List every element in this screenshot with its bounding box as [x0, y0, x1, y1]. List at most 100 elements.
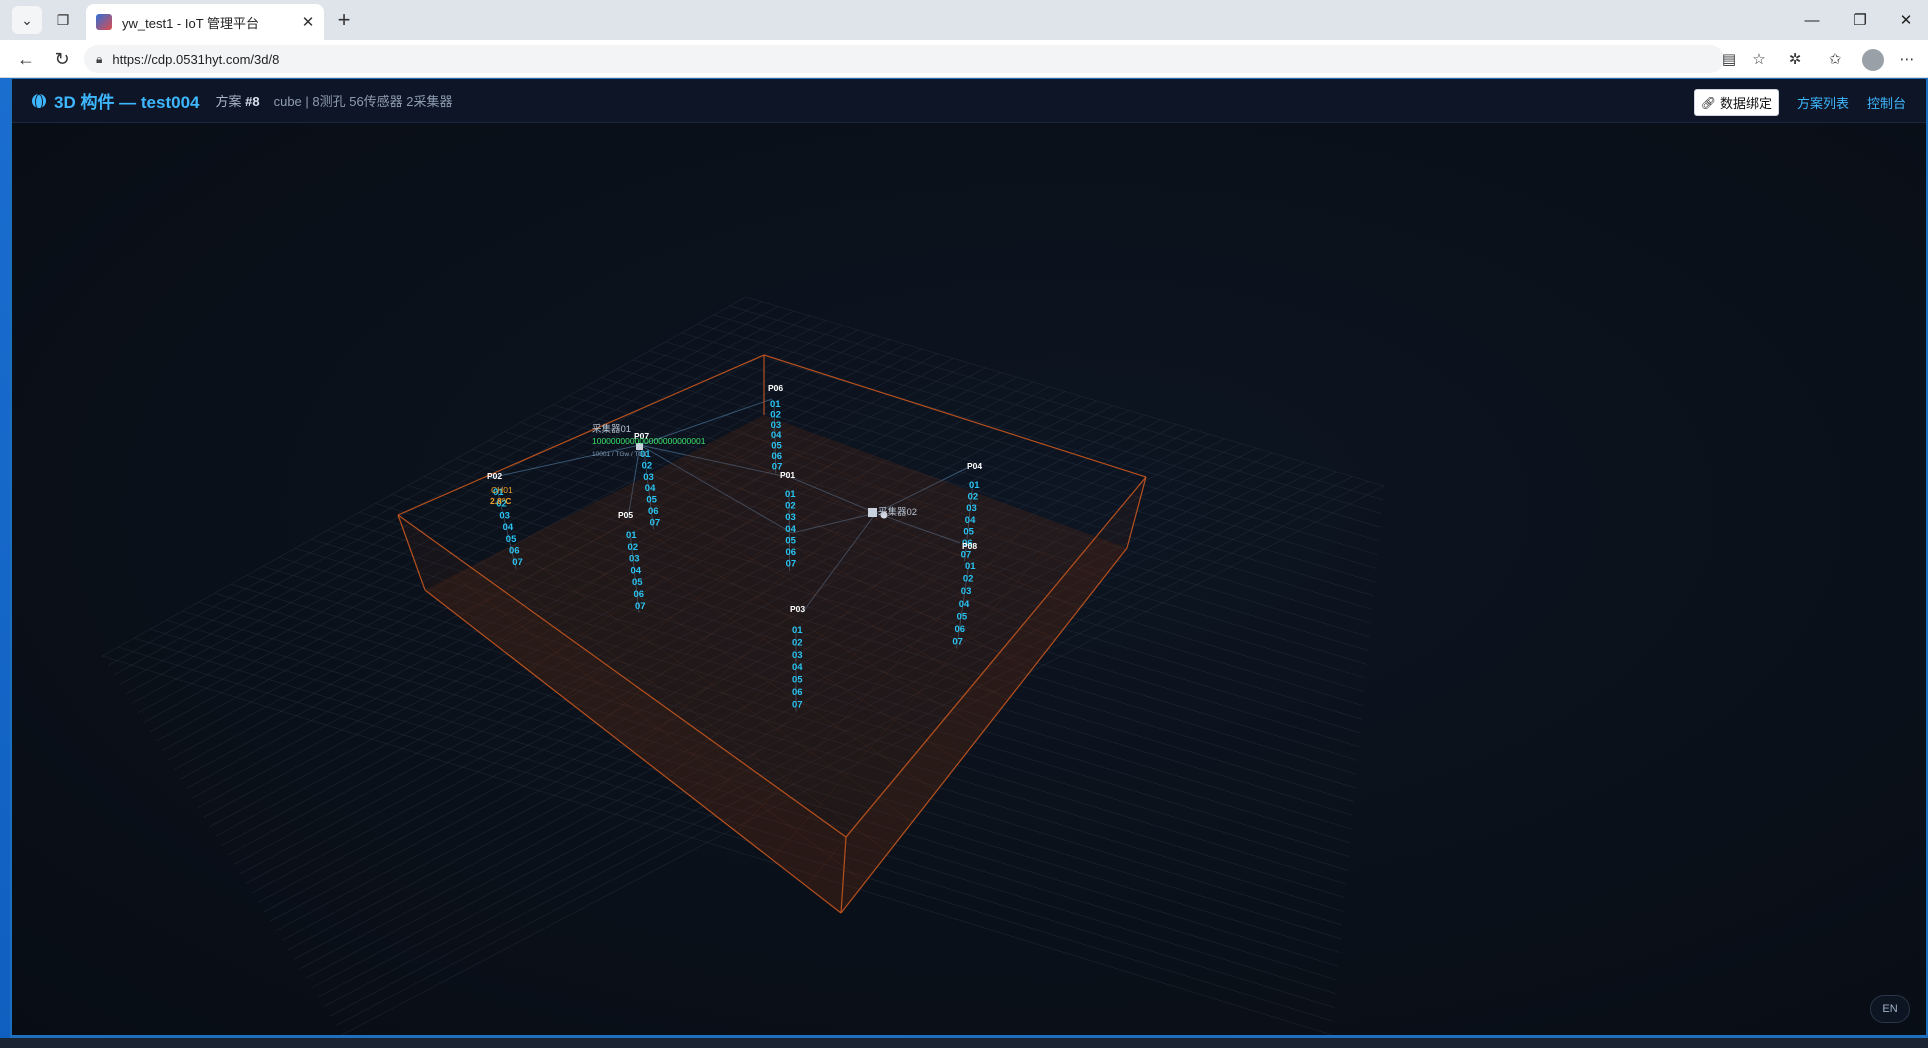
app-viewport: 3D 构件 — test004 方案 #8 cube | 8测孔 56传感器 2… [12, 79, 1926, 1035]
sensor-label: 07 [792, 699, 803, 710]
minimize-icon[interactable]: — [1790, 8, 1834, 32]
data-binding-label: 数据绑定 [1719, 96, 1772, 111]
active-tab[interactable]: yw_test1 - IoT 管理平台 ✕ [86, 4, 324, 40]
profile-avatar[interactable] [1862, 49, 1884, 71]
tab-actions-menu-icon[interactable]: ⌄ [12, 6, 42, 34]
plan-list-link[interactable]: 方案列表 [1797, 93, 1849, 112]
sensor-label: 03 [499, 510, 510, 521]
sensor-label: 04 [785, 524, 796, 535]
sensor-label: 04 [965, 515, 976, 526]
sensor-label: 03 [792, 650, 803, 661]
collector-02-marker[interactable] [868, 508, 877, 517]
close-window-icon[interactable]: ✕ [1884, 8, 1928, 32]
sensor-label: 05 [646, 495, 657, 506]
sensor-label: 01 [792, 625, 803, 636]
sensor-label: 03 [785, 512, 796, 523]
sensor-label: 05 [632, 577, 643, 588]
hole-label-p02: P02 [487, 471, 502, 481]
sensor-label: 03 [643, 472, 654, 483]
sensor-label: 07 [952, 637, 963, 648]
address-bar[interactable]: 🔒︎ https://cdp.0531hyt.com/3d/8 [84, 45, 1724, 73]
workspaces-icon[interactable]: ❐ [48, 6, 78, 34]
sensor-label: 04 [959, 599, 970, 610]
sensor-label: 05 [771, 441, 782, 452]
sensor-label: 05 [506, 534, 517, 545]
sensor-label: 07 [650, 517, 661, 528]
favorites-list-icon[interactable]: ✩ [1822, 47, 1848, 71]
sensor-label: 04 [645, 483, 656, 494]
collector-02-label: 采集器02 [878, 506, 917, 518]
sensor-label: 01 [969, 480, 980, 491]
sensor-label: 03 [961, 586, 972, 597]
sensor-label: 06 [792, 687, 803, 698]
sensor-label: 06 [955, 624, 966, 635]
back-icon[interactable]: ← [12, 46, 40, 72]
reader-mode-icon[interactable]: ▤ [1716, 47, 1742, 71]
sensor-label: 02 [785, 501, 796, 512]
tab-strip: ⌄ ❐ yw_test1 - IoT 管理平台 ✕ + — ❐ ✕ [0, 0, 1928, 40]
sensor-label: 05 [963, 526, 974, 537]
sensor-label: 02 [628, 542, 639, 553]
hole-label-p05: P05 [618, 510, 633, 520]
sensor-label: 02 [963, 574, 974, 585]
collector-01-device-id: 100000000000000000000001 [592, 436, 706, 446]
browser-toolbar: ← ↻ 🔒︎ https://cdp.0531hyt.com/3d/8 ▤ ☆ … [0, 40, 1928, 78]
sensor-label: 06 [634, 589, 645, 600]
sensor-label: 07 [786, 559, 797, 570]
plan-id: 方案 #8 [216, 91, 260, 110]
sensor-label: 01 [626, 530, 637, 541]
sensor-label: 01 [770, 399, 781, 410]
console-link[interactable]: 控制台 [1867, 93, 1906, 112]
sensor-label: 04 [631, 565, 642, 576]
page-title: 3D 构件 — test004 [32, 88, 200, 113]
hole-label-p03: P03 [790, 604, 805, 614]
sensor-channel-highlight: CH01 [491, 485, 513, 495]
sensor-label: 01 [785, 489, 796, 500]
site-favicon-icon [96, 14, 112, 30]
hole-label-p04: P04 [967, 461, 982, 471]
scene-svg[interactable]: P0201020304050607CH012.8°CP0701020304050… [12, 123, 1926, 1035]
header-actions: 🔗︎ 数据绑定 方案列表 控制台 [1693, 89, 1906, 116]
tab-title: yw_test1 - IoT 管理平台 [122, 15, 260, 31]
favorite-star-icon[interactable]: ☆ [1746, 47, 1772, 71]
reload-icon[interactable]: ↻ [48, 46, 76, 72]
app-header: 3D 构件 — test004 方案 #8 cube | 8测孔 56传感器 2… [12, 79, 1926, 123]
globe-icon [32, 93, 46, 110]
sensor-label: 04 [792, 662, 803, 673]
plan-label: 方案 [215, 94, 246, 109]
sensor-label: 02 [642, 460, 653, 471]
os-taskbar [0, 1038, 1928, 1048]
hole-label-p01: P01 [780, 470, 795, 480]
sensor-label: 06 [509, 546, 520, 557]
plan-description: cube | 8测孔 56传感器 2采集器 [273, 94, 453, 109]
collector-01-subtitle: 10001 / TGw / TG1 [592, 451, 647, 458]
sensor-label: 02 [792, 637, 803, 648]
sensor-label: 03 [629, 554, 640, 565]
sensor-value-highlight: 2.8°C [490, 496, 511, 506]
new-tab-button[interactable]: + [332, 8, 356, 32]
more-menu-icon[interactable]: ⋯ [1894, 47, 1920, 71]
sensor-label: 06 [648, 506, 659, 517]
close-tab-icon[interactable]: ✕ [298, 12, 318, 32]
sensor-label: 04 [771, 430, 782, 441]
sensor-label: 06 [786, 547, 797, 558]
sensor-label: 04 [503, 522, 514, 533]
url-text: https://cdp.0531hyt.com/3d/8 [112, 51, 280, 67]
restore-icon[interactable]: ❐ [1838, 8, 1882, 32]
sensor-label: 02 [770, 409, 781, 420]
link-icon: 🔗︎ [1700, 95, 1716, 110]
plan-number: #8 [245, 94, 260, 109]
collector-01-label: 采集器01 [592, 423, 631, 435]
sensor-label: 01 [965, 561, 976, 572]
sensor-label: 05 [792, 675, 803, 686]
browser-window: ⌄ ❐ yw_test1 - IoT 管理平台 ✕ + — ❐ ✕ ← ↻ 🔒︎… [0, 0, 1928, 1048]
language-toggle-button[interactable]: EN [1870, 995, 1910, 1023]
sensor-label: 02 [968, 492, 979, 503]
lock-icon[interactable]: 🔒︎ [96, 52, 102, 67]
3d-scene-canvas[interactable]: P02 01 02 03 04 05 06 07 CH01 2.8°C P07 01 02 03 04 05 0… [12, 123, 1926, 1035]
data-binding-button[interactable]: 🔗︎ 数据绑定 [1693, 89, 1779, 116]
extensions-icon[interactable]: ✲ [1782, 47, 1808, 71]
sensor-label: 07 [635, 601, 646, 612]
page-title-text: 3D 构件 — test004 [54, 93, 200, 112]
hole-label-p08: P08 [962, 541, 977, 551]
